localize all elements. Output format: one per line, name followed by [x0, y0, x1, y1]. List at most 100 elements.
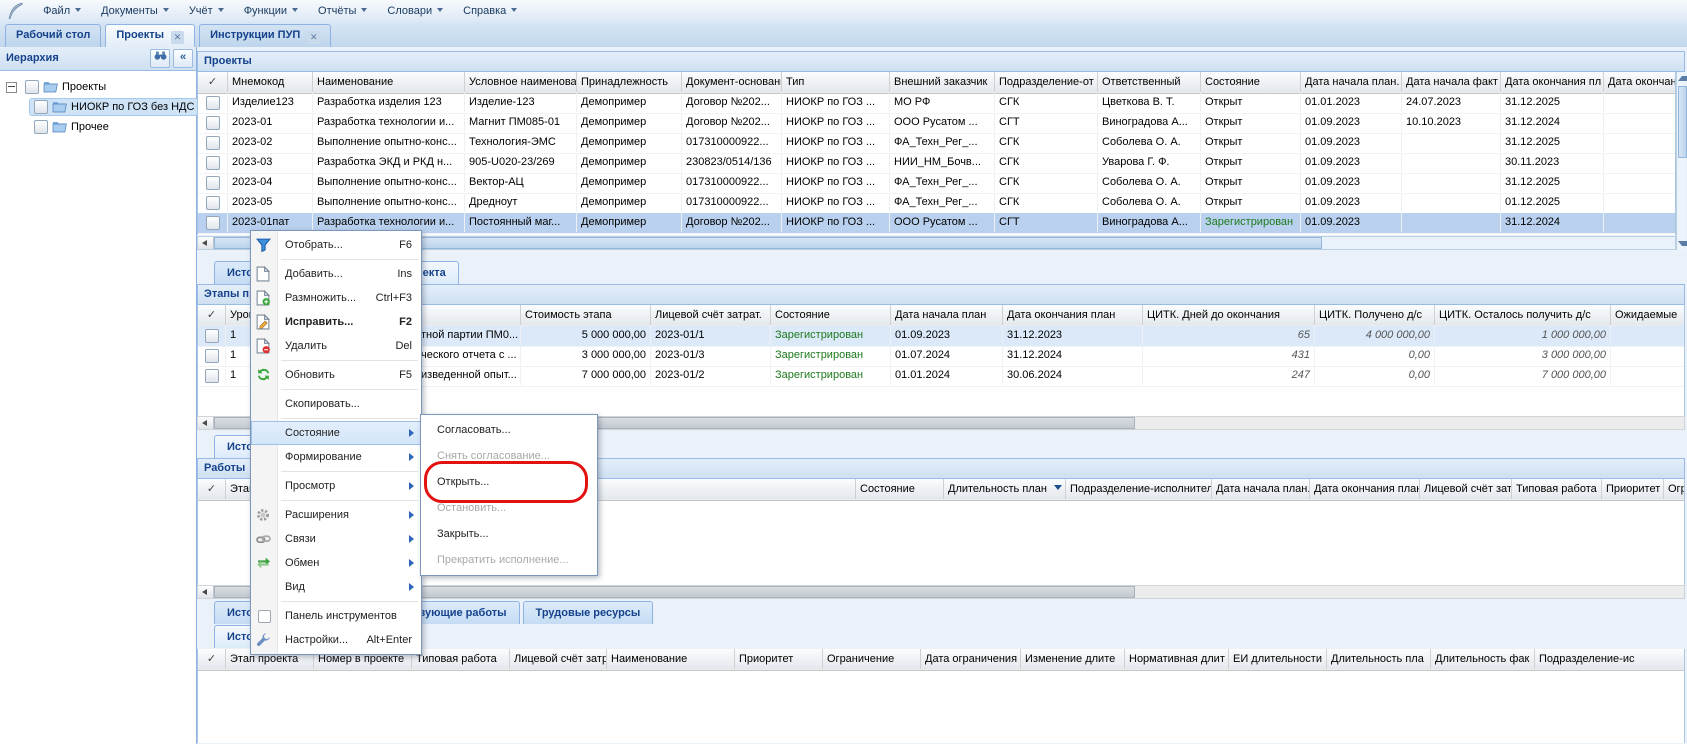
tab-инструкции-пуп[interactable]: Инструкции ПУП [199, 24, 331, 47]
column-header[interactable]: ✓ [198, 649, 226, 669]
menubar-item[interactable]: Функции [234, 0, 308, 22]
tab-проекты[interactable]: Проекты [105, 24, 195, 47]
tree-checkbox[interactable] [25, 80, 39, 94]
menubar-item[interactable]: Справка [453, 0, 527, 22]
column-header[interactable]: Лицевой счёт затр [510, 649, 607, 669]
column-header[interactable]: Наименование [313, 72, 465, 92]
tree-item[interactable]: Прочее [0, 117, 196, 137]
column-header[interactable]: Подразделение-ис [1535, 649, 1685, 669]
row-checkbox[interactable] [206, 196, 220, 210]
menu-item[interactable]: Настройки...Alt+Enter [251, 628, 421, 652]
menu-item[interactable]: Отобрать...F6 [251, 233, 421, 257]
column-header[interactable]: Тип [782, 72, 890, 92]
column-header[interactable]: Состояние [1201, 72, 1301, 92]
collapse-panel-button[interactable]: « [173, 49, 193, 68]
menu-item[interactable]: ОбновитьF5 [251, 363, 421, 387]
column-header[interactable]: Состояние [771, 305, 891, 325]
column-header[interactable]: Дата начала факт [1402, 72, 1501, 92]
column-header[interactable]: Принадлежность [577, 72, 682, 92]
search-binoculars-button[interactable] [150, 49, 170, 68]
column-header[interactable]: Ответственный [1098, 72, 1201, 92]
menu-item[interactable]: Просмотр [251, 474, 421, 498]
column-header[interactable]: Дата начала план. [1301, 72, 1402, 92]
column-header[interactable]: Длительность фак [1431, 649, 1535, 669]
row-checkbox[interactable] [206, 156, 220, 170]
collapse-icon[interactable] [6, 82, 17, 93]
table-row[interactable]: Изделие123Разработка изделия 123Изделие-… [198, 93, 1675, 114]
scroll-up-icon[interactable] [1678, 76, 1687, 81]
menubar-item[interactable]: Файл [33, 0, 91, 22]
row-checkbox[interactable] [205, 329, 219, 343]
menu-item[interactable]: Панель инструментов [251, 604, 421, 628]
menu-checkbox[interactable] [258, 610, 271, 623]
column-header[interactable]: Дата ограничения [921, 649, 1021, 669]
column-header[interactable]: Дата начала план. [1212, 479, 1310, 499]
column-header[interactable]: ✓ [198, 479, 226, 499]
row-checkbox[interactable] [206, 216, 220, 230]
column-header[interactable]: Длительность пла [1327, 649, 1431, 669]
menu-item[interactable]: Скопировать... [251, 392, 421, 416]
row-checkbox[interactable] [205, 369, 219, 383]
column-header[interactable]: Наименование [607, 649, 735, 669]
column-header[interactable]: Типовая работа [1512, 479, 1602, 499]
menu-item[interactable]: Размножить...Ctrl+F3 [251, 286, 421, 310]
column-header[interactable]: Стоимость этапа [521, 305, 651, 325]
menu-item[interactable]: Обмен [251, 551, 421, 575]
close-icon[interactable] [171, 31, 184, 44]
menu-item[interactable]: Исправить...F2 [251, 310, 421, 334]
submenu-item[interactable]: Закрыть... [421, 521, 597, 547]
column-header[interactable]: ЕИ длительности [1229, 649, 1327, 669]
column-header[interactable]: Условное наименова [465, 72, 577, 92]
tab-рабочий-стол[interactable]: Рабочий стол [5, 24, 101, 47]
menubar-item[interactable]: Отчёты [308, 0, 377, 22]
column-header[interactable]: ✓ [198, 72, 228, 92]
table-row[interactable]: 2023-05Выполнение опытно-конс...Дредноут… [198, 193, 1675, 214]
column-header[interactable]: ✓ [198, 305, 226, 325]
column-header[interactable]: Длительность план [944, 479, 1066, 499]
row-checkbox[interactable] [206, 96, 220, 110]
menu-item[interactable]: Добавить...Ins [251, 262, 421, 286]
column-header[interactable]: Мнемокод [228, 72, 313, 92]
column-header[interactable]: Дата начала план [891, 305, 1003, 325]
column-header[interactable]: Внешний заказчик [890, 72, 995, 92]
submenu-item[interactable]: Согласовать... [421, 417, 597, 443]
menu-item[interactable]: Состояние [251, 421, 421, 445]
close-icon[interactable] [307, 31, 320, 44]
menubar-item[interactable]: Документы [91, 0, 179, 22]
column-header[interactable]: ЦИТК. Дней до окончания [1143, 305, 1315, 325]
submenu-item[interactable]: Остановить... [421, 495, 597, 521]
menu-item[interactable]: Расширения [251, 503, 421, 527]
column-header[interactable]: Дата окончания ф [1604, 72, 1676, 92]
table-row[interactable]: 2023-04Выполнение опытно-конс...Вектор-А… [198, 173, 1675, 194]
column-header[interactable]: Лицевой счёт затр [1420, 479, 1512, 499]
menu-item[interactable]: Вид [251, 575, 421, 599]
row-checkbox[interactable] [206, 176, 220, 190]
column-header[interactable]: Нормативная длит [1125, 649, 1229, 669]
submenu-item[interactable]: Прекратить исполнение... [421, 547, 597, 573]
submenu-item[interactable]: Открыть... [421, 469, 597, 495]
column-header[interactable]: Приоритет [735, 649, 823, 669]
scroll-thumb[interactable] [1678, 86, 1687, 158]
tree-checkbox[interactable] [34, 100, 48, 114]
tab-трудовые-ресурсы[interactable]: Трудовые ресурсы [523, 601, 654, 624]
menu-item[interactable]: Формирование [251, 445, 421, 469]
column-header[interactable]: Состояние [856, 479, 944, 499]
table-row[interactable]: 2023-03Разработка ЭКД и РКД н...905-U020… [198, 153, 1675, 174]
menubar-item[interactable]: Словари [377, 0, 453, 22]
column-header[interactable]: Подразделение-от [995, 72, 1098, 92]
table-row[interactable]: 2023-02Выполнение опытно-конс...Технолог… [198, 133, 1675, 154]
projects-vscrollbar[interactable] [1676, 72, 1686, 250]
column-header[interactable]: ЦИТК. Получено д/с [1315, 305, 1435, 325]
tree-checkbox[interactable] [34, 120, 48, 134]
column-header[interactable]: Дата окончания план [1003, 305, 1143, 325]
column-header[interactable]: Дата окончания пл [1501, 72, 1604, 92]
scroll-left-icon[interactable] [198, 417, 214, 429]
column-header[interactable]: Лицевой счёт затрат. [651, 305, 771, 325]
menu-item[interactable]: Связи [251, 527, 421, 551]
column-header[interactable]: Ограничение [1664, 479, 1685, 499]
column-header[interactable]: Ожидаемые [1611, 305, 1685, 325]
row-checkbox[interactable] [206, 116, 220, 130]
tree-item[interactable]: Проекты [0, 77, 196, 97]
tree-item[interactable]: НИОКР по ГОЗ без НДС [0, 97, 196, 117]
menubar-item[interactable]: Учёт [179, 0, 234, 22]
